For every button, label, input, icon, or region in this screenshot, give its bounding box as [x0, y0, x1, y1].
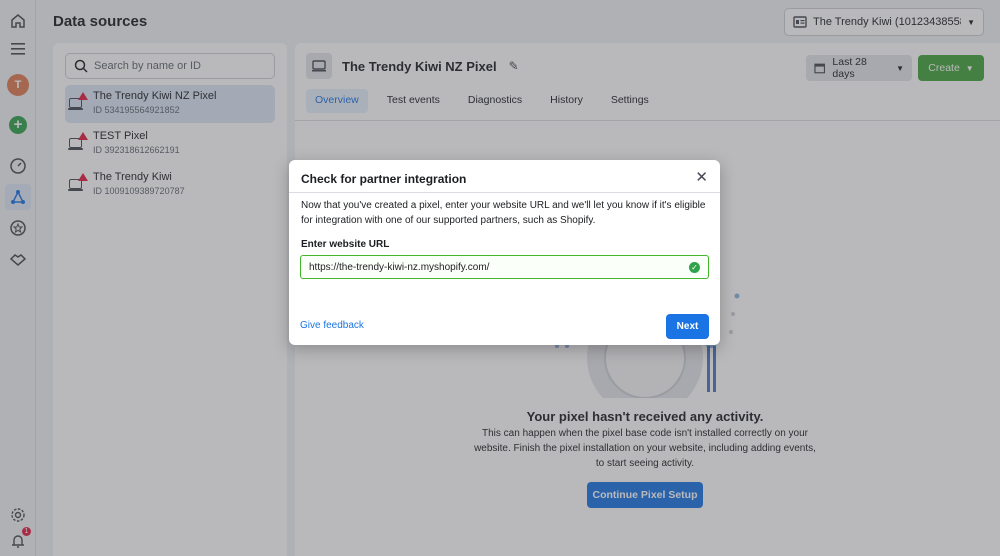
website-url-input[interactable] [309, 261, 689, 273]
website-url-field[interactable]: ✓ [300, 255, 709, 279]
give-feedback-link[interactable]: Give feedback [300, 320, 364, 331]
partner-integration-dialog: Check for partner integration ✕ Now that… [289, 160, 720, 345]
website-url-label: Enter website URL [301, 239, 390, 250]
next-button[interactable]: Next [666, 314, 709, 339]
close-icon[interactable]: ✕ [695, 170, 708, 186]
dialog-description: Now that you've created a pixel, enter y… [301, 200, 706, 226]
dialog-title: Check for partner integration [301, 172, 467, 186]
valid-check-icon: ✓ [689, 261, 700, 273]
dialog-header-divider [289, 192, 720, 193]
